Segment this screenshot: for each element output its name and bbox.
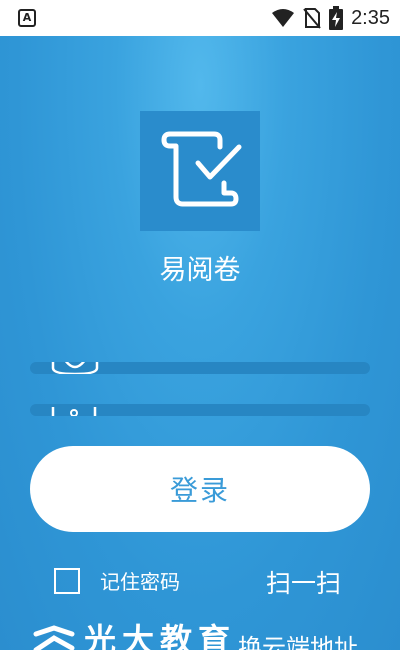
app-logo: [140, 111, 260, 231]
status-icons: 2:35: [271, 6, 390, 30]
user-icon: [51, 362, 99, 374]
footer: 光大教育 换云端地址: [32, 624, 358, 650]
lock-icon: [51, 407, 97, 416]
login-screen: 易阅卷 登录 记住密码 扫一扫 光大教育 换云端地址: [0, 36, 400, 650]
brand-name: 光大教育: [84, 621, 237, 650]
remember-password-checkbox[interactable]: [54, 567, 80, 594]
battery-charging-icon: [329, 6, 344, 30]
brand-logo-icon: [33, 625, 75, 650]
status-bar: A 2:35: [0, 0, 400, 36]
app-name: 易阅卷: [159, 255, 241, 286]
scan-qr-link[interactable]: 扫一扫: [266, 564, 341, 600]
remember-password-option[interactable]: 记住密码: [54, 566, 180, 595]
username-field[interactable]: [30, 362, 370, 374]
scroll-checkmark-icon: [161, 131, 242, 207]
notification-app-icon: A: [18, 9, 36, 27]
password-field[interactable]: [30, 404, 370, 416]
no-sim-icon: [303, 8, 321, 29]
remember-password-label: 记住密码: [100, 570, 180, 594]
username-input[interactable]: [100, 362, 360, 374]
switch-server-link[interactable]: 换云端地址: [238, 628, 358, 650]
wifi-icon: [272, 9, 295, 27]
status-time: 2:35: [351, 7, 390, 29]
login-button[interactable]: 登录: [30, 446, 370, 532]
password-input[interactable]: [100, 404, 360, 416]
